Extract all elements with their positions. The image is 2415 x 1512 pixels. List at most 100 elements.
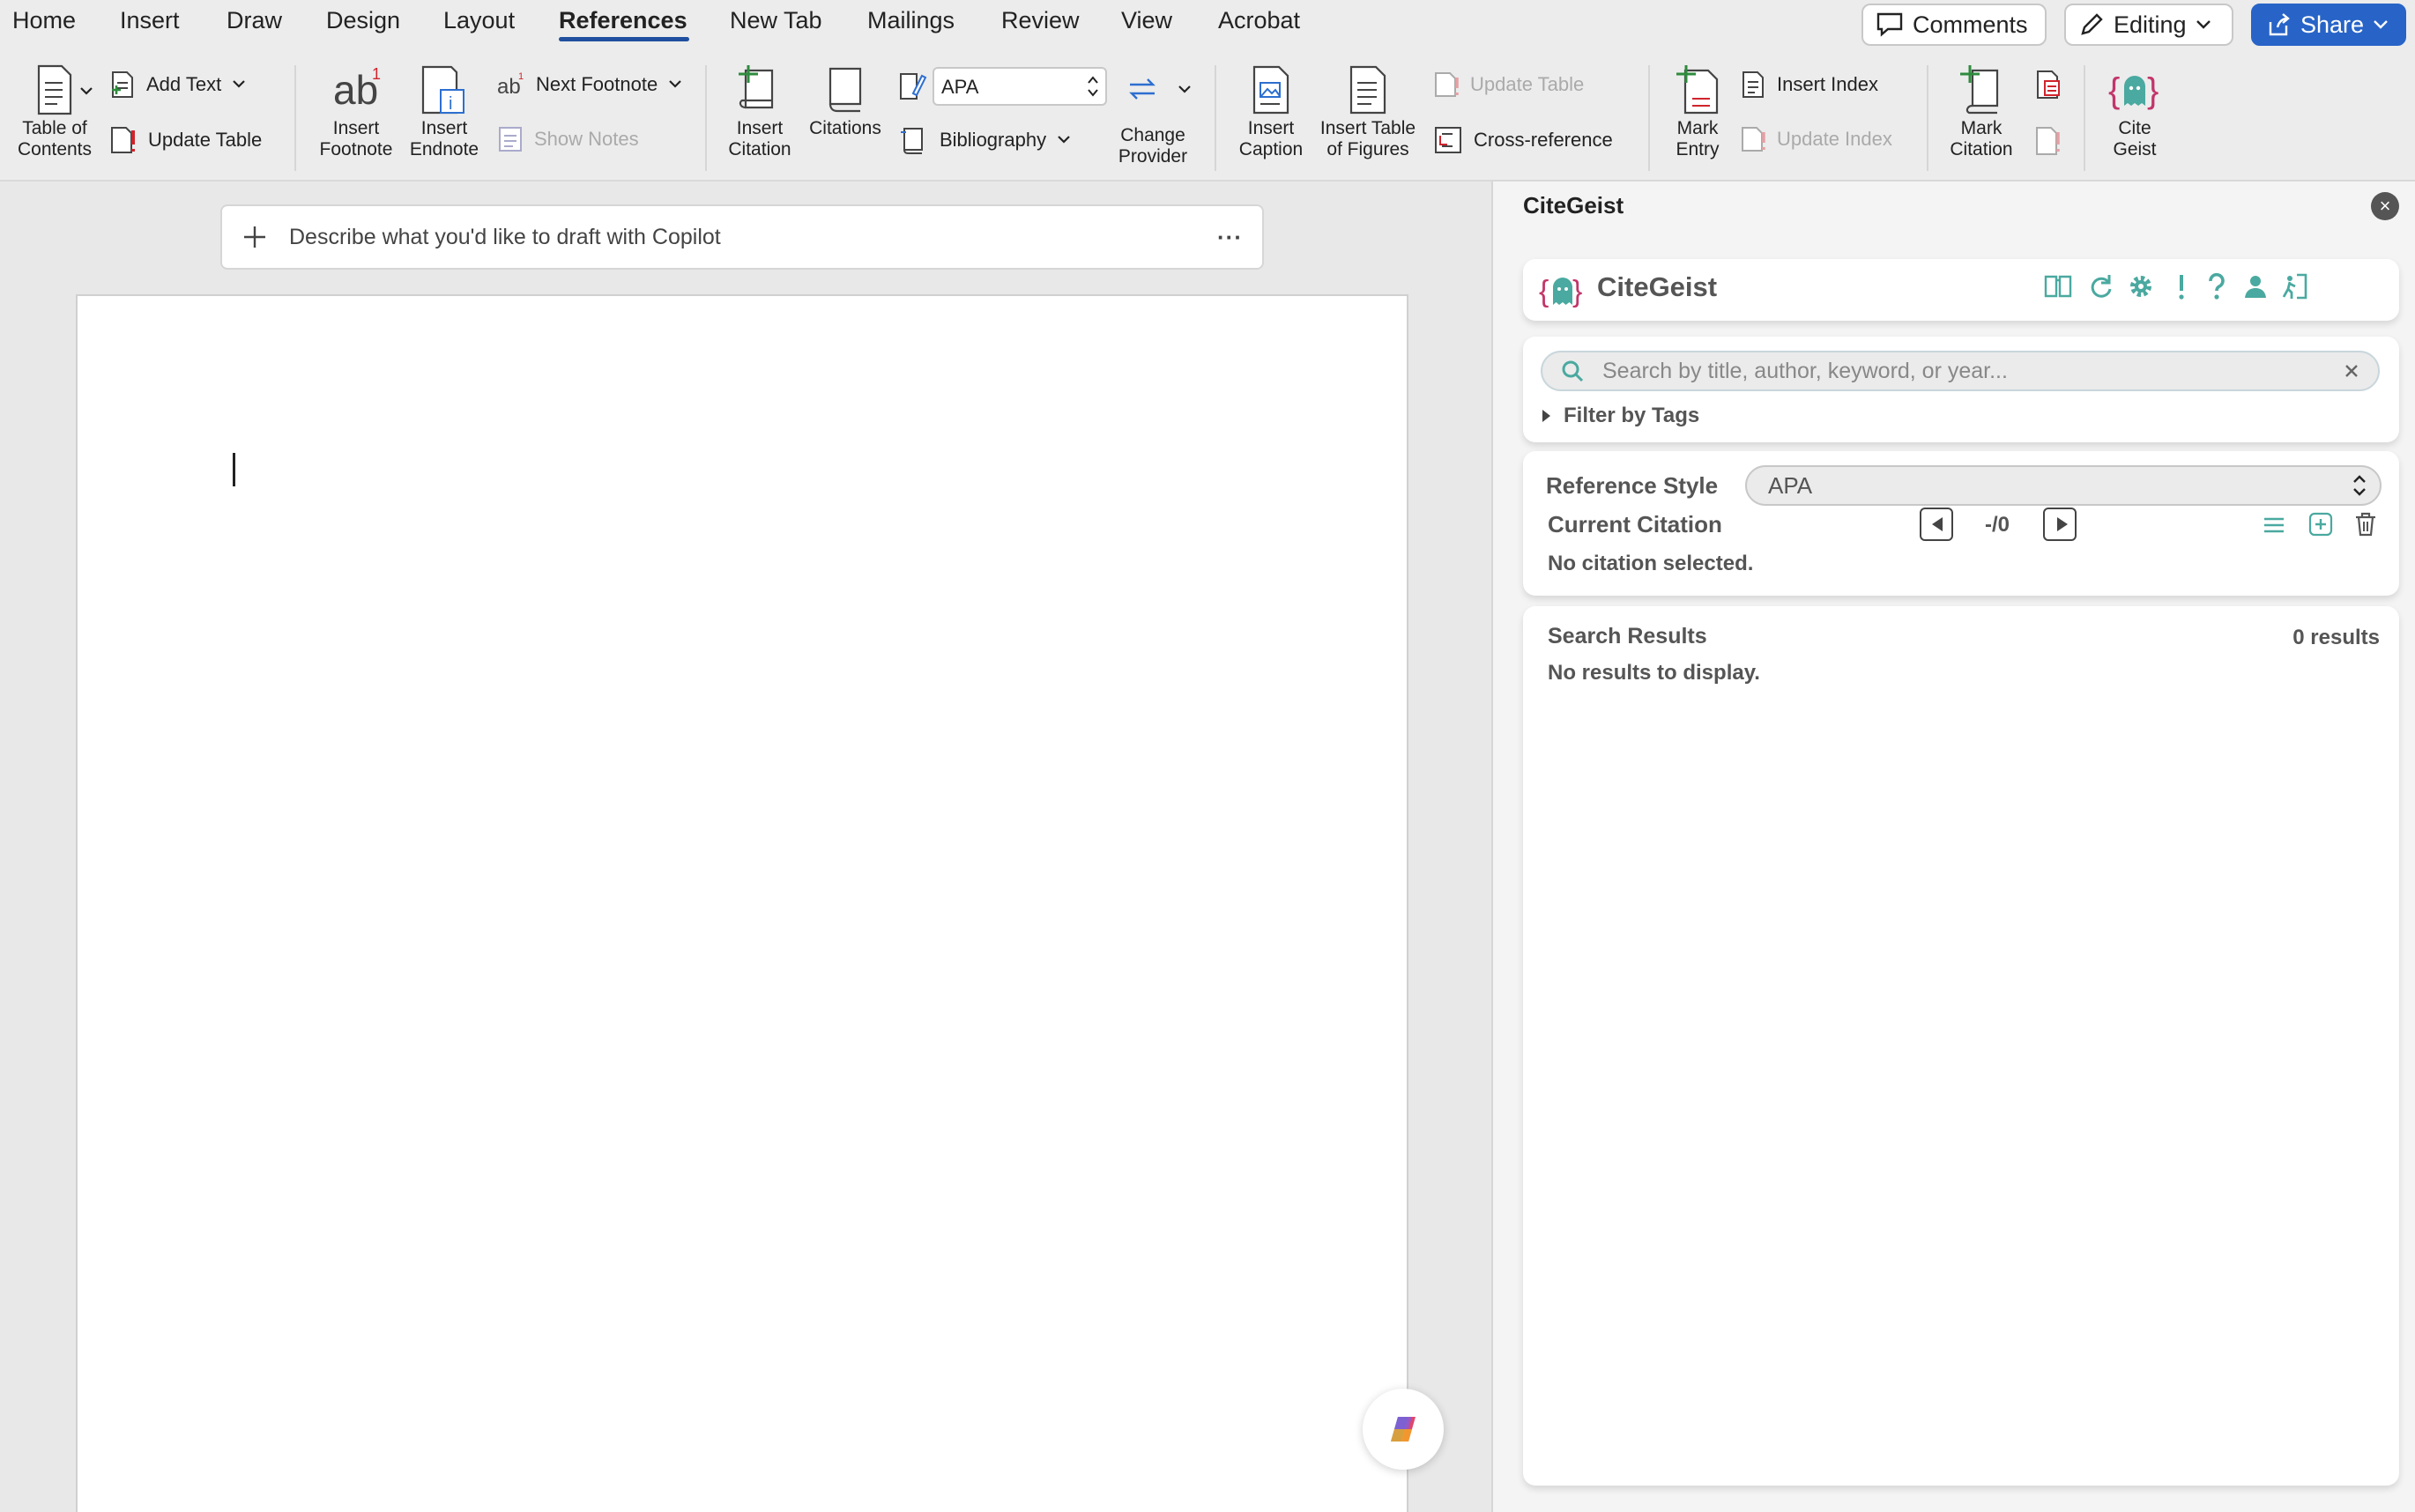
style-icon [900, 73, 927, 100]
ribbon-separator [1648, 65, 1650, 171]
insert-table-of-authorities-icon[interactable] [2034, 69, 2062, 100]
tab-design[interactable]: Design [326, 7, 400, 34]
editing-mode-button[interactable]: Editing [2064, 4, 2233, 46]
exit-icon[interactable] [2279, 271, 2309, 301]
insert-table-of-figures-button[interactable]: Insert Table of Figures [1313, 63, 1423, 160]
show-notes-icon [499, 127, 522, 152]
tab-new-tab[interactable]: New Tab [730, 7, 822, 34]
search-placeholder: Search by title, author, keyword, or yea… [1602, 358, 2008, 383]
update-table-icon [111, 127, 135, 153]
copilot-prompt-placeholder[interactable]: Describe what you'd like to draft with C… [289, 225, 1217, 250]
copilot-icon [1391, 1417, 1416, 1442]
insert-footnote-button[interactable]: ab 1 Insert Footnote [312, 63, 400, 160]
comments-label: Comments [1913, 11, 2028, 38]
update-table-of-authorities-icon[interactable] [2034, 125, 2062, 157]
svg-text:1: 1 [518, 71, 524, 82]
share-label: Share [2300, 11, 2365, 38]
cite-geist-icon: {} [2108, 71, 2159, 110]
list-icon[interactable] [2262, 513, 2286, 537]
update-index-button[interactable]: Update Index [1740, 125, 1892, 153]
ribbon-separator [1215, 65, 1216, 171]
add-text-button[interactable]: Add Text [109, 70, 246, 99]
previous-citation-button[interactable] [1920, 508, 1953, 541]
tab-home[interactable]: Home [12, 7, 76, 34]
help-icon[interactable] [2202, 271, 2232, 301]
reference-style-value: APA [1768, 472, 1813, 499]
document-page[interactable] [76, 294, 1408, 1512]
cross-reference-button[interactable]: Cross-reference [1433, 125, 1613, 155]
citation-style-select[interactable]: APA [933, 67, 1107, 106]
next-footnote-button[interactable]: ab 1 Next Footnote [497, 70, 682, 99]
settings-icon[interactable] [2126, 271, 2156, 301]
search-input[interactable]: Search by title, author, keyword, or yea… [1541, 351, 2380, 391]
insert-index-button[interactable]: Insert Index [1740, 70, 1878, 99]
insert-endnote-button[interactable]: i Insert Endnote [404, 63, 485, 160]
insert-table-figures-label-2: of Figures [1326, 139, 1409, 159]
cite-geist-label-1: Cite [2118, 118, 2151, 138]
tab-layout[interactable]: Layout [443, 7, 515, 34]
change-provider-button[interactable]: Change Provider [1109, 125, 1197, 167]
alert-icon[interactable] [2166, 271, 2196, 301]
add-citation-icon[interactable] [2307, 511, 2334, 537]
next-citation-button[interactable] [2043, 508, 2077, 541]
citations-button[interactable]: Citations [802, 63, 888, 139]
insert-footnote-label-2: Footnote [319, 139, 393, 159]
insert-footnote-label-1: Insert [332, 118, 380, 138]
search-results-label: Search Results [1548, 624, 1707, 649]
close-icon[interactable]: × [2371, 192, 2399, 220]
chevron-down-icon[interactable] [1178, 85, 1192, 95]
insert-citation-button[interactable]: Insert Citation [719, 63, 800, 160]
tab-mailings[interactable]: Mailings [867, 7, 955, 34]
pencil-icon [2081, 13, 2103, 35]
references-ribbon: Table of Contents Add Text Update Table … [0, 55, 2415, 180]
no-results-message: No results to display. [1548, 661, 1760, 685]
comments-button[interactable]: Comments [1861, 4, 2047, 46]
insert-caption-label-1: Insert [1247, 118, 1295, 138]
tab-review[interactable]: Review [1001, 7, 1080, 34]
tab-view[interactable]: View [1121, 7, 1172, 34]
insert-caption-label-2: Caption [1238, 139, 1304, 159]
more-options-icon[interactable]: ··· [1217, 224, 1243, 251]
chevron-down-icon [669, 80, 681, 88]
ribbon-separator [2084, 65, 2085, 171]
mark-entry-label-2: Entry [1676, 139, 1720, 159]
chevron-down-icon [233, 80, 245, 88]
update-table-captions-button[interactable]: Update Table [1433, 70, 1584, 99]
plus-icon[interactable] [242, 224, 268, 250]
document-toc-icon [37, 64, 72, 115]
refresh-icon[interactable] [2085, 271, 2115, 301]
clear-search-icon[interactable] [2343, 362, 2360, 380]
cite-geist-button[interactable]: {} Cite Geist [2098, 63, 2172, 160]
copilot-draft-bar[interactable]: Describe what you'd like to draft with C… [220, 204, 1264, 270]
mark-citation-button[interactable]: Mark Citation [1939, 63, 2024, 160]
tab-insert[interactable]: Insert [120, 7, 180, 34]
citations-label: Citations [809, 118, 881, 138]
user-icon[interactable] [2240, 271, 2270, 301]
swap-arrows-icon[interactable] [1126, 76, 1158, 102]
active-tab-indicator [559, 37, 689, 41]
tab-references[interactable]: References [559, 7, 687, 34]
bibliography-button[interactable]: Bibliography [899, 125, 1071, 155]
ribbon-separator [705, 65, 707, 171]
show-notes-button[interactable]: Show Notes [497, 125, 639, 153]
share-button[interactable]: Share [2251, 4, 2406, 46]
filter-by-tags-toggle[interactable]: Filter by Tags [1541, 404, 1699, 428]
tab-acrobat[interactable]: Acrobat [1218, 7, 1300, 34]
copilot-button[interactable] [1363, 1389, 1444, 1470]
reference-style-label: Reference Style [1546, 472, 1719, 499]
reference-style-select[interactable]: APA [1745, 465, 2382, 506]
footnote-icon: ab1 [333, 65, 381, 113]
chevron-down-icon [2196, 20, 2211, 29]
search-results-card: Search Results 0 results No results to d… [1523, 606, 2399, 1486]
ribbon-tab-bar: Home Insert Draw Design Layout Reference… [0, 0, 2415, 55]
chevron-down-icon[interactable] [79, 86, 93, 97]
tab-draw[interactable]: Draw [227, 7, 282, 34]
update-table-toc-button[interactable]: Update Table [109, 125, 262, 155]
table-of-contents-button[interactable]: Table of Contents [12, 63, 97, 160]
insert-endnote-label-1: Insert [420, 118, 468, 138]
library-icon[interactable] [2043, 271, 2073, 301]
mark-entry-button[interactable]: Mark Entry [1661, 63, 1735, 160]
update-index-icon [1742, 127, 1765, 152]
trash-icon[interactable] [2353, 511, 2378, 537]
insert-caption-button[interactable]: Insert Caption [1229, 63, 1313, 160]
